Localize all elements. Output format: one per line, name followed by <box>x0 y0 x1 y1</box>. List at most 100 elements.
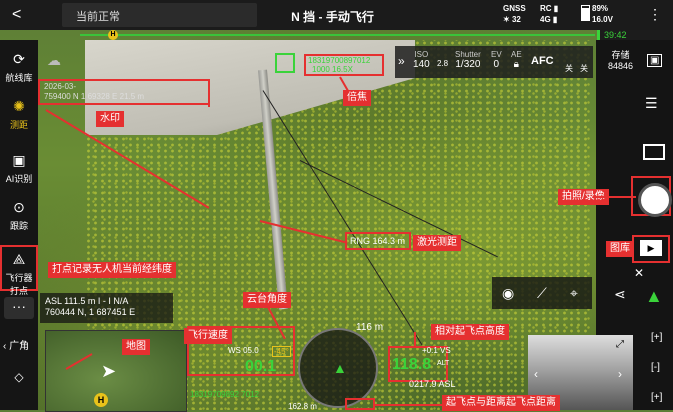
afc-mode[interactable]: AFC <box>531 56 554 67</box>
chevron-left-icon: ‹ <box>3 341 7 352</box>
asl-line: ASL 111.5 m I - I N/A <box>45 296 129 306</box>
annotation-map: 地图 <box>122 339 150 355</box>
track-icon: ⊙ <box>13 199 25 215</box>
gnss-indicator[interactable]: GNSS ✶ 32 <box>503 3 526 25</box>
route-library-icon: ⟳ <box>13 51 25 67</box>
battery-voltage: 16.0V <box>592 15 613 24</box>
back-icon[interactable]: < <box>12 6 21 24</box>
drone-location-icon: ➤ <box>101 361 117 381</box>
capture-button[interactable] <box>638 183 672 217</box>
left-toolbar: ⟳ 航线库 ✺ 测距 ▣ AI识别 ⊙ 跟踪 ⟁ 飞行器打点 ··· ‹ 广角 ◇ <box>0 40 38 410</box>
rc-indicator[interactable]: RC ▮ 4G ▮ <box>540 3 558 25</box>
more-tools-button[interactable]: ··· <box>4 297 34 319</box>
swap-view-icon[interactable]: ⤢ <box>616 339 624 350</box>
signal-icon: ▮ <box>552 15 558 24</box>
altitude-value: 118.8 <box>392 356 432 373</box>
flight-progress: H 39:42 <box>0 30 673 41</box>
annotation-rel-height: 相对起飞点高度 <box>431 324 509 340</box>
top-bar: < 当前正常 N 挡 - 手动飞行 GNSS ✶ 32 RC ▮ 4G ▮ 89% 1… <box>0 0 673 30</box>
zoom-level: 1000 16.5X <box>312 65 353 74</box>
zoom-out-icon[interactable]: [-] <box>651 362 660 373</box>
status-text: 当前正常 <box>76 11 120 23</box>
annotation-line <box>414 332 416 348</box>
battery-percent: 89% <box>592 4 609 13</box>
ai-identify-button[interactable]: ▣ AI识别 <box>0 151 38 185</box>
zoom-box: 18319700897012 1000 16.5X <box>304 54 384 76</box>
mini-map[interactable]: ➤ H <box>45 330 187 412</box>
lens-selector[interactable]: ‹ 广角 <box>0 337 41 352</box>
zoom-readout: 18319700897012 <box>308 56 371 65</box>
annotation-flight-speed: 飞行速度 <box>184 328 232 344</box>
ev-value: 0 <box>493 59 500 70</box>
coords-line: 760444 N, 1 687451 E <box>45 307 136 317</box>
overlay-tools: ◉ ⟋ ⌖ <box>492 277 592 309</box>
altitude-unit: ALT <box>437 360 450 367</box>
cloud-off-icon: ☁ <box>47 52 61 68</box>
watermark-date: 2026-03- <box>44 82 77 91</box>
focus-target-icon <box>275 53 295 73</box>
annotation-waypoint: 打点记录无人机当前经纬度 <box>48 262 176 278</box>
zoom-in-icon[interactable]: [+] <box>651 332 662 343</box>
track-label: 跟踪 <box>9 221 28 231</box>
toggle-off-label[interactable]: 关 <box>580 64 588 74</box>
drone-heading-icon: ▲ <box>645 286 663 306</box>
track-button[interactable]: ⊙ 跟踪 <box>0 198 38 232</box>
compass-attitude: ▲ <box>298 328 378 408</box>
route-library-button[interactable]: ⟳ 航线库 <box>0 50 38 84</box>
gallery-button[interactable]: ▶ <box>640 240 662 256</box>
altitude-reference: 116 m <box>356 322 384 333</box>
gnss-label: GNSS <box>503 4 526 13</box>
progress-track <box>80 34 595 36</box>
position-info: ASL 111.5 m I - I N/A 760444 N, 1 687451 … <box>40 293 173 323</box>
annotation-takeoff-distance: 起飞点与距离起飞点距离 <box>442 395 560 411</box>
share-icon[interactable]: ⋖ <box>614 286 626 303</box>
measure-icon[interactable]: ⟋ <box>537 285 547 302</box>
annotation-gimbal-angle: 云台角度 <box>243 292 291 308</box>
ae-lock[interactable]: AE 🔒︎ <box>511 50 522 70</box>
annotation-line <box>208 85 210 107</box>
battery-indicator[interactable]: 89% 16.0V <box>581 3 613 25</box>
ev-setting[interactable]: EV 0 <box>491 50 502 70</box>
close-icon[interactable]: ✕ <box>634 266 644 280</box>
watermark-coords: 759400 N 1 69328 E 21.5 m <box>44 92 145 101</box>
storage-info: 存储 84846 <box>608 50 633 72</box>
horizontal-speed: 00.1 <box>245 358 277 375</box>
expand-icon[interactable]: » <box>398 55 405 67</box>
ai-identify-label: AI识别 <box>5 174 33 184</box>
satellite-icon: ✶ <box>503 15 510 24</box>
zoom-reset-icon[interactable]: [+] <box>651 392 662 403</box>
lens-label: 广角 <box>9 341 30 352</box>
more-menu-icon[interactable]: ⋮ <box>648 6 662 23</box>
status-indicator[interactable]: 当前正常 <box>62 3 257 27</box>
chevron-right-icon[interactable]: › <box>618 367 622 381</box>
settings-sliders-icon[interactable]: ☰ <box>645 95 658 112</box>
route-library-label: 航线库 <box>5 73 33 83</box>
eye-icon[interactable]: ◉ <box>502 285 514 302</box>
watermark-box: 2026-03- 759400 N 1 69328 E 21.5 m <box>38 79 210 105</box>
iso-setting[interactable]: ISO 140 <box>413 50 430 70</box>
rc-label: RC <box>540 4 552 13</box>
gnss-count: 32 <box>511 15 521 24</box>
storage-label: 存储 <box>611 50 630 60</box>
rangefinder-button[interactable]: ✺ 测距 <box>0 97 38 131</box>
home-asl: 0217.9 ASL <box>409 379 456 389</box>
vertical-speed: +0.1 VS <box>422 346 451 355</box>
target-icon[interactable]: ⌖ <box>570 285 578 302</box>
ai-identify-icon: ▣ <box>12 152 26 168</box>
nav-arrow-icon[interactable]: ◇ <box>0 370 38 384</box>
camera-settings-bar[interactable]: » ISO 140 2.8 Shutter 1/320 EV 0 AE 🔒︎ AFC 关… <box>395 46 593 78</box>
drone-waypoint-icon: ⟁ <box>12 251 26 267</box>
iso-value: 140 <box>413 59 430 70</box>
home-point-icon: H <box>94 393 108 407</box>
takeoff-box <box>345 398 375 410</box>
screen-toggle-icon[interactable] <box>643 144 665 160</box>
rangefinder-icon: ✺ <box>13 98 25 114</box>
shutter-value: 1/320 <box>455 59 481 70</box>
toggle-off-label[interactable]: 关 <box>565 64 573 74</box>
drone-waypoint-button[interactable]: ⟁ 飞行器打点 <box>0 245 38 296</box>
chevron-left-icon[interactable]: ‹ <box>534 367 538 381</box>
camera-mode-icon[interactable]: ▣ <box>647 54 663 67</box>
shutter-setting[interactable]: Shutter 1/320 <box>455 50 481 70</box>
annotation-laser-range: 激光测距 <box>413 235 461 251</box>
annotation-watermark: 水印 <box>96 111 124 127</box>
